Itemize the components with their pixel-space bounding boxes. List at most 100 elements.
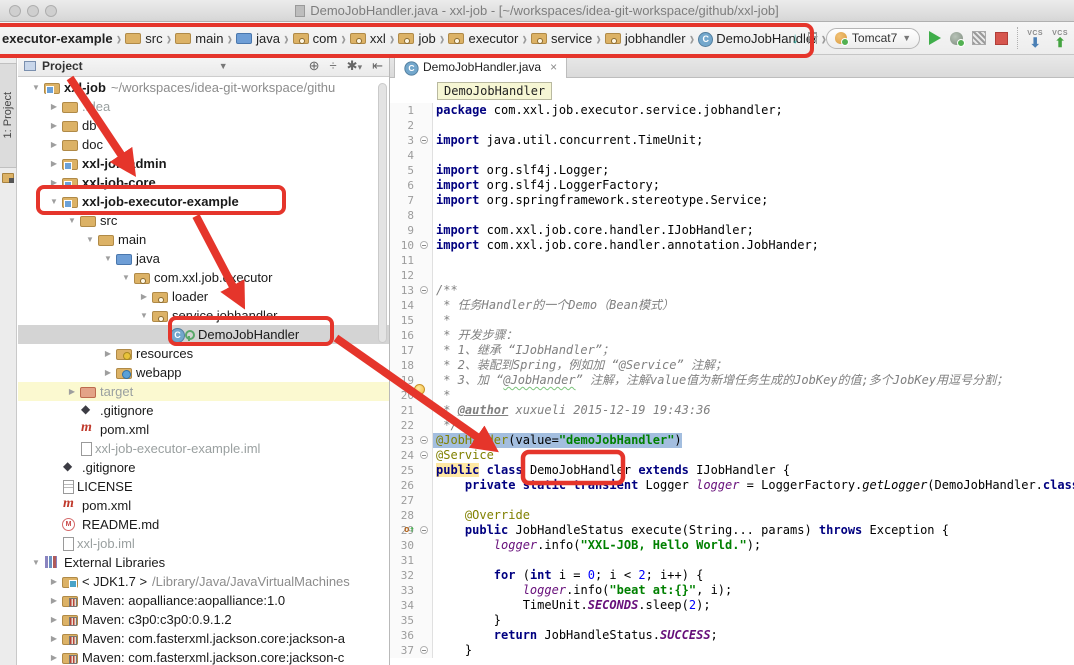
breadcrumb-item-main[interactable]: main — [175, 31, 223, 46]
debug-button[interactable] — [950, 32, 963, 45]
chevron-collapsed-icon[interactable]: ▶ — [46, 615, 62, 624]
tree-row[interactable]: xxl-job-executor-example.iml — [18, 439, 389, 458]
tree-row[interactable]: ▶< JDK1.7 >/Library/Java/JavaVirtualMach… — [18, 572, 389, 591]
fold-icon[interactable] — [420, 451, 428, 459]
chevron-collapsed-icon[interactable]: ▶ — [46, 121, 62, 130]
tree-row[interactable]: ▼main — [18, 230, 389, 249]
editor-tab[interactable]: DemoJobHandler.java × — [394, 55, 567, 78]
tree-row[interactable]: ▶webapp — [18, 363, 389, 382]
code-line[interactable]: 11 — [390, 253, 1074, 268]
code-line[interactable]: 28 @Override — [390, 508, 1074, 523]
code-line[interactable]: 21 * @author xuxueli 2015-12-19 19:43:36 — [390, 403, 1074, 418]
code-line[interactable]: 1package com.xxl.job.executor.service.jo… — [390, 103, 1074, 118]
tree-row[interactable]: pom.xml — [18, 420, 389, 439]
code-line[interactable]: 22 */ — [390, 418, 1074, 433]
code-line[interactable]: 16 * 开发步骤： — [390, 328, 1074, 343]
breadcrumb-item-com[interactable]: com — [293, 31, 338, 46]
tree-row[interactable]: ▶target — [18, 382, 389, 401]
code-line[interactable]: 12 — [390, 268, 1074, 283]
tree-row[interactable]: ▶doc — [18, 135, 389, 154]
code-line[interactable]: 15 * — [390, 313, 1074, 328]
tree-row[interactable]: DemoJobHandler — [18, 325, 389, 344]
chevron-collapsed-icon[interactable]: ▶ — [46, 577, 62, 586]
code-line[interactable]: 29o↑ public JobHandleStatus execute(Stri… — [390, 523, 1074, 538]
code-line[interactable]: 19 * 3、加 “@JobHander” 注解，注解value值为新增任务生成… — [390, 373, 1074, 388]
vcs-update-button[interactable]: VCS ⬇ — [1027, 29, 1043, 47]
run-button[interactable] — [929, 31, 941, 45]
tree-row[interactable]: ▶Maven: com.fasterxml.jackson.core:jacks… — [18, 648, 389, 665]
code-line[interactable]: 10import com.xxl.job.core.handler.annota… — [390, 238, 1074, 253]
tree-row[interactable]: ▼src — [18, 211, 389, 230]
code-line[interactable]: 14 * 任务Handler的一个Demo（Bean模式） — [390, 298, 1074, 313]
code-line[interactable]: 36 return JobHandleStatus.SUCCESS; — [390, 628, 1074, 643]
override-method-icon[interactable]: o↑ — [404, 525, 418, 535]
chevron-collapsed-icon[interactable]: ▶ — [46, 178, 62, 187]
navigate-down-icon[interactable]: ↓ — [791, 32, 799, 45]
pin-icon[interactable] — [808, 32, 817, 44]
code-line[interactable]: 32 for (int i = 0; i < 2; i++) { — [390, 568, 1074, 583]
chevron-collapsed-icon[interactable]: ▶ — [64, 387, 80, 396]
tree-row[interactable]: ▶loader — [18, 287, 389, 306]
tree-row[interactable]: ▼xxl-job~/workspaces/idea-git-workspace/… — [18, 78, 389, 97]
chevron-expanded-icon[interactable]: ▼ — [118, 273, 134, 282]
close-tab-icon[interactable]: × — [550, 60, 557, 74]
code-line[interactable]: 33 logger.info("beat at:{}", i); — [390, 583, 1074, 598]
chevron-expanded-icon[interactable]: ▼ — [64, 216, 80, 225]
tree-row[interactable]: ▶Maven: com.fasterxml.jackson.core:jacks… — [18, 629, 389, 648]
tree-row[interactable]: LICENSE — [18, 477, 389, 496]
fold-icon[interactable] — [420, 436, 428, 444]
breadcrumb-item-service[interactable]: service — [531, 31, 592, 46]
tree-row[interactable]: ▶Maven: aopalliance:aopalliance:1.0 — [18, 591, 389, 610]
code-line[interactable]: 5import org.slf4j.Logger; — [390, 163, 1074, 178]
code-line[interactable]: 17 * 1、继承 “IJobHandler”； — [390, 343, 1074, 358]
chevron-expanded-icon[interactable]: ▼ — [46, 197, 62, 206]
code-line[interactable]: 3import java.util.concurrent.TimeUnit; — [390, 133, 1074, 148]
fold-icon[interactable] — [420, 241, 428, 249]
code-line[interactable]: 27 — [390, 493, 1074, 508]
chevron-down-icon[interactable]: ▼ — [219, 61, 228, 71]
breadcrumb-item-executor[interactable]: executor — [448, 31, 518, 46]
code-line[interactable]: 35 } — [390, 613, 1074, 628]
chevron-collapsed-icon[interactable]: ▶ — [46, 634, 62, 643]
coverage-button[interactable] — [972, 31, 986, 45]
tree-row[interactable]: ▼com.xxl.job.executor — [18, 268, 389, 287]
chevron-collapsed-icon[interactable]: ▶ — [136, 292, 152, 301]
chevron-collapsed-icon[interactable]: ▶ — [46, 102, 62, 111]
tree-row[interactable]: .gitignore — [18, 401, 389, 420]
project-tool-window-button[interactable]: 1: Project — [0, 63, 17, 168]
code-line[interactable]: 18 * 2、装配到Spring，例如加 “@Service” 注解； — [390, 358, 1074, 373]
code-line[interactable]: 25public class DemoJobHandler extends IJ… — [390, 463, 1074, 478]
chevron-expanded-icon[interactable]: ▼ — [100, 254, 116, 263]
tree-row[interactable]: .gitignore — [18, 458, 389, 477]
code-line[interactable]: 20 * — [390, 388, 1074, 403]
chevron-collapsed-icon[interactable]: ▶ — [46, 140, 62, 149]
breadcrumb-item-xxl[interactable]: xxl — [350, 31, 386, 46]
tree-row[interactable]: README.md — [18, 515, 389, 534]
tree-row[interactable]: ▶xxl-job-admin — [18, 154, 389, 173]
code-line[interactable]: 8 — [390, 208, 1074, 223]
locate-icon[interactable]: ⊕ — [309, 58, 320, 74]
tree-row[interactable]: ▶db — [18, 116, 389, 135]
collapse-all-icon[interactable]: ÷ — [330, 58, 337, 73]
chevron-expanded-icon[interactable]: ▼ — [82, 235, 98, 244]
intention-bulb-icon[interactable] — [414, 384, 425, 395]
tree-row[interactable]: ▶resources — [18, 344, 389, 363]
vcs-commit-button[interactable]: VCS ⬆ — [1052, 29, 1068, 47]
code-line[interactable]: 26 private static transient Logger logge… — [390, 478, 1074, 493]
chevron-collapsed-icon[interactable]: ▶ — [46, 159, 62, 168]
chevron-collapsed-icon[interactable]: ▶ — [46, 596, 62, 605]
tree-row[interactable]: ▶Maven: c3p0:c3p0:0.9.1.2 — [18, 610, 389, 629]
code-line[interactable]: 7import org.springframework.stereotype.S… — [390, 193, 1074, 208]
code-line[interactable]: 23@JobHander(value="demoJobHandler") — [390, 433, 1074, 448]
code-line[interactable]: 13/** — [390, 283, 1074, 298]
tree-row[interactable]: pom.xml — [18, 496, 389, 515]
tree-row[interactable]: xxl-job.iml — [18, 534, 389, 553]
code-line[interactable]: 37 } — [390, 643, 1074, 658]
hide-panel-icon[interactable]: ⇤ — [372, 58, 383, 74]
tree-scrollbar[interactable] — [378, 83, 387, 343]
run-configuration-select[interactable]: Tomcat7 ▼ — [826, 28, 920, 49]
fold-icon[interactable] — [420, 526, 428, 534]
breadcrumb-item-src[interactable]: src — [125, 31, 162, 46]
code-line[interactable]: 24@Service — [390, 448, 1074, 463]
code-line[interactable]: 34 TimeUnit.SECONDS.sleep(2); — [390, 598, 1074, 613]
